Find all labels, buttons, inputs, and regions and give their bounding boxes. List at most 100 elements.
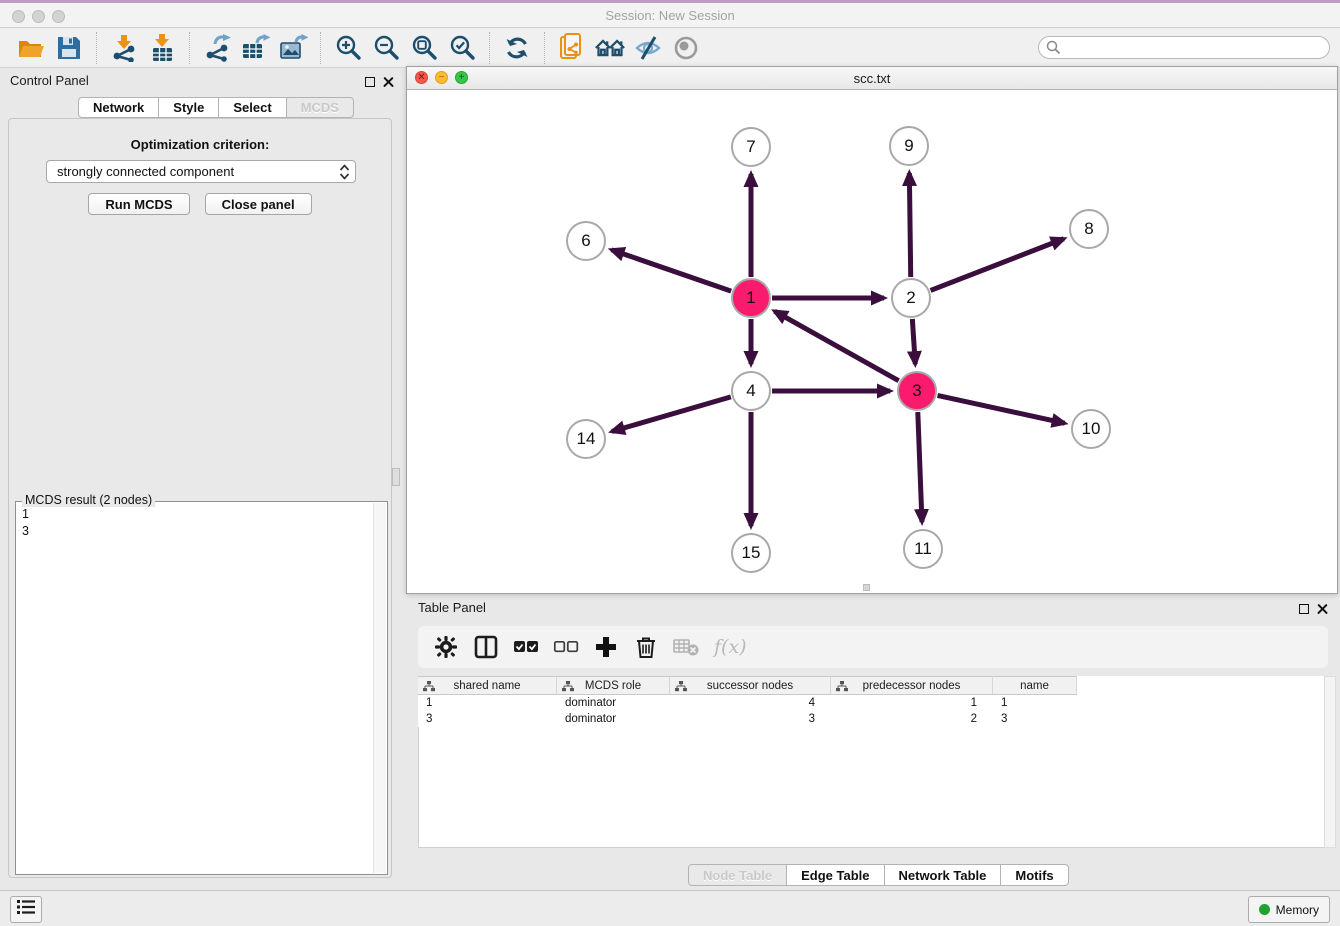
save-session-icon[interactable] [54,33,84,63]
control-panel-float-button[interactable] [365,74,375,92]
table-scrollbar[interactable] [1324,676,1336,848]
tab-network-table[interactable]: Network Table [884,864,1002,886]
export-image-icon[interactable] [278,33,308,63]
cell[interactable]: 3 [993,711,1077,727]
memory-status-icon [1259,904,1270,915]
export-table-icon[interactable] [240,33,270,63]
graph-edge[interactable] [931,239,1064,291]
export-network-icon[interactable] [202,33,232,63]
graph-edge[interactable] [938,395,1065,423]
network-window-titlebar[interactable]: ✕ − + scc.txt [407,67,1337,90]
hide-selected-icon[interactable] [633,33,663,63]
toolbar-separator [96,32,97,64]
delete-columns-icon[interactable] [631,632,661,662]
node-table: shared nameMCDS rolesuccessor nodesprede… [418,676,1326,727]
table-panel-close-button[interactable] [1317,601,1328,619]
list-icon [17,900,35,919]
memory-label: Memory [1276,903,1319,917]
search-input[interactable] [1038,36,1330,59]
zoom-fit-icon[interactable] [409,33,439,63]
tab-select[interactable]: Select [218,97,286,118]
tab-style[interactable]: Style [158,97,219,118]
cell[interactable]: 1 [993,695,1077,711]
graph-node-1[interactable]: 1 [731,278,771,318]
apply-function-icon[interactable]: f(x) [714,636,747,658]
graph-node-6[interactable]: 6 [566,221,606,261]
cell[interactable]: dominator [557,695,670,711]
show-columns-icon[interactable] [471,632,501,662]
task-history-button[interactable] [10,896,42,923]
mcds-result-box: MCDS result (2 nodes) 13 [15,501,388,875]
window-resize-handle[interactable] [863,584,870,591]
open-session-icon[interactable] [16,33,46,63]
column-header-0[interactable]: shared name [418,676,557,695]
cell[interactable]: dominator [557,711,670,727]
mcds-result-legend: MCDS result (2 nodes) [22,493,155,507]
toolbar-separator [320,32,321,64]
edge-group [612,173,1065,526]
control-panel-close-button[interactable] [383,74,394,92]
cell[interactable]: 4 [670,695,831,711]
zoom-out-icon[interactable] [371,33,401,63]
graph-node-4[interactable]: 4 [731,371,771,411]
graph-node-9[interactable]: 9 [889,126,929,166]
cell[interactable]: 3 [670,711,831,727]
table-row[interactable]: 1dominator411 [418,695,1326,711]
tab-node-table[interactable]: Node Table [688,864,787,886]
new-network-from-selection-icon[interactable] [557,33,587,63]
cell[interactable]: 1 [831,695,993,711]
go-home-icon[interactable] [595,33,625,63]
column-header-1[interactable]: MCDS role [557,676,670,695]
graph-node-3[interactable]: 3 [897,371,937,411]
graph-node-8[interactable]: 8 [1069,209,1109,249]
network-canvas[interactable]: 7 9 6 8 1 2 4 3 14 10 15 11 [407,89,1337,593]
tab-motifs[interactable]: Motifs [1000,864,1068,886]
import-network-icon[interactable] [109,33,139,63]
mcds-panel: Optimization criterion: strongly connect… [8,118,392,878]
column-header-4[interactable]: name [993,676,1077,695]
optimization-criterion-value: strongly connected component [57,164,234,179]
cell[interactable]: 3 [418,711,557,727]
graph-node-10[interactable]: 10 [1071,409,1111,449]
graph-node-14[interactable]: 14 [566,419,606,459]
show-all-icon[interactable] [671,33,701,63]
graph-node-7[interactable]: 7 [731,127,771,167]
toolbar-separator [189,32,190,64]
control-panel-title: Control Panel [10,73,89,88]
graph-edge[interactable] [909,173,910,277]
cell[interactable]: 2 [831,711,993,727]
column-header-2[interactable]: successor nodes [670,676,831,695]
tab-mcds[interactable]: MCDS [286,97,354,118]
graph-node-2[interactable]: 2 [891,278,931,318]
import-table-icon[interactable] [147,33,177,63]
settings-gear-icon[interactable] [431,632,461,662]
mcds-result-scrollbar[interactable] [373,503,386,873]
graph-node-11[interactable]: 11 [903,529,943,569]
select-all-columns-icon[interactable] [511,632,541,662]
delete-table-icon[interactable] [671,632,701,662]
table-panel-float-button[interactable] [1299,601,1309,619]
graph-edge[interactable] [912,319,915,364]
zoom-in-icon[interactable] [333,33,363,63]
zoom-selected-icon[interactable] [447,33,477,63]
deselect-all-columns-icon[interactable] [551,632,581,662]
memory-button[interactable]: Memory [1248,896,1330,923]
chevron-updown-icon [338,163,351,184]
cell[interactable]: 1 [418,695,557,711]
close-panel-button[interactable]: Close panel [205,193,312,215]
vertical-splitter-handle[interactable] [392,468,400,486]
tab-edge-table[interactable]: Edge Table [786,864,884,886]
run-mcds-button[interactable]: Run MCDS [88,193,189,215]
apply-layout-icon[interactable] [502,33,532,63]
optimization-criterion-select[interactable]: strongly connected component [46,160,356,183]
add-column-icon[interactable] [591,632,621,662]
graph-edge[interactable] [918,412,922,522]
tab-network[interactable]: Network [78,97,159,118]
table-tabs: Node Table Edge Table Network Table Moti… [688,864,1069,886]
graph-node-15[interactable]: 15 [731,533,771,573]
graph-edge[interactable] [775,311,899,381]
graph-edge[interactable] [612,397,731,432]
graph-edge[interactable] [612,250,732,291]
column-header-3[interactable]: predecessor nodes [831,676,993,695]
table-row[interactable]: 3dominator323 [418,711,1326,727]
